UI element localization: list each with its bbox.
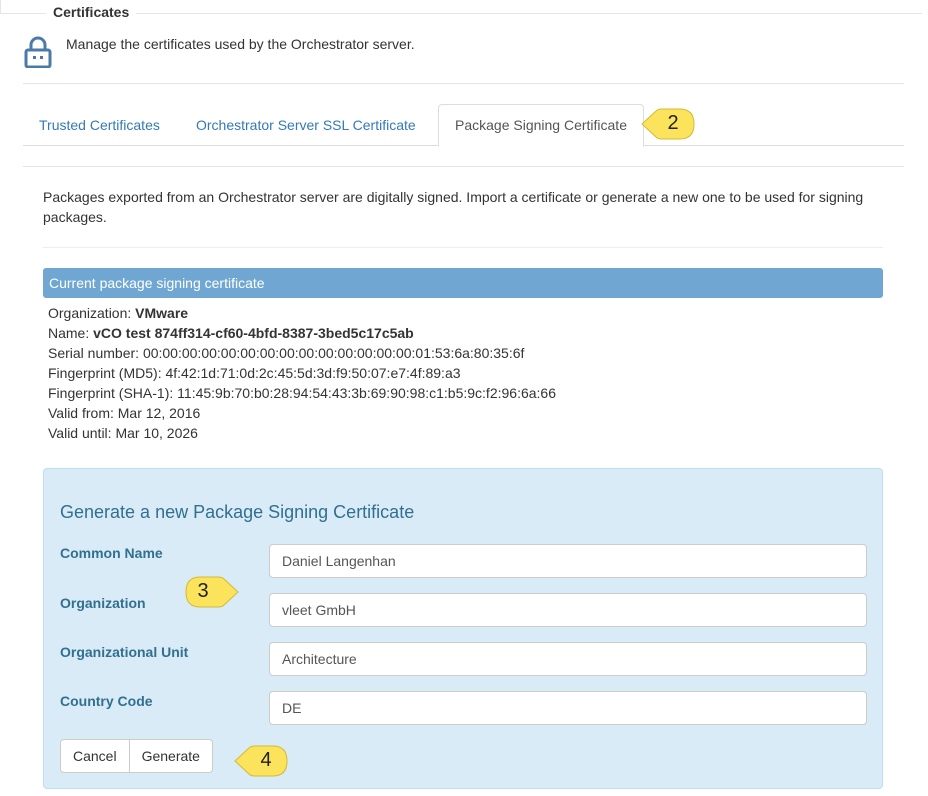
common-name-input[interactable] — [269, 544, 867, 578]
organization-label: Organization — [60, 595, 146, 611]
legend-line — [0, 13, 922, 14]
lock-icon — [24, 36, 52, 68]
divider — [43, 247, 883, 248]
organization-value: VMware — [135, 305, 189, 321]
legend-tick — [0, 0, 1, 14]
country-code-input[interactable] — [269, 691, 867, 725]
section-description: Manage the certificates used by the Orch… — [66, 36, 415, 52]
tab-trusted-certificates[interactable]: Trusted Certificates — [23, 104, 176, 146]
certificate-details: Organization: VMware Name: vCO test 874f… — [48, 303, 556, 443]
generate-button[interactable]: Generate — [129, 739, 213, 773]
valid-from-value: Mar 12, 2016 — [117, 405, 201, 421]
organization-label: Organization: — [48, 305, 132, 321]
tab-orchestrator-ssl-certificate[interactable]: Orchestrator Server SSL Certificate — [180, 104, 432, 146]
common-name-label: Common Name — [60, 545, 163, 561]
callout-2-label: 2 — [667, 112, 679, 134]
divider — [23, 83, 904, 84]
name-label: Name: — [48, 325, 90, 341]
sha1-value: 11:45:9b:70:b0:28:94:54:43:3b:69:90:98:c… — [177, 385, 556, 401]
valid-until-label: Valid until: — [48, 425, 112, 441]
organizational-unit-input[interactable] — [269, 642, 867, 676]
valid-until-value: Mar 10, 2026 — [115, 425, 198, 441]
sha1-label: Fingerprint (SHA-1): — [48, 385, 174, 401]
intro-text: Packages exported from an Orchestrator s… — [43, 189, 864, 225]
tab-package-signing-certificate[interactable]: Package Signing Certificate — [438, 104, 644, 147]
callout-3-label: 3 — [197, 580, 209, 602]
section-legend: Certificates — [46, 4, 137, 20]
serial-value: 00:00:00:00:00:00:00:00:00:00:00:00:00:0… — [142, 345, 525, 361]
cancel-button[interactable]: Cancel — [60, 739, 130, 773]
current-certificate-header: Current package signing certificate — [43, 268, 883, 298]
country-code-label: Country Code — [60, 693, 153, 709]
md5-label: Fingerprint (MD5): — [48, 365, 162, 381]
valid-from-label: Valid from: — [48, 405, 114, 421]
organizational-unit-label: Organizational Unit — [60, 644, 189, 660]
generate-certificate-panel: Generate a new Package Signing Certifica… — [43, 468, 883, 789]
serial-label: Serial number: — [48, 345, 140, 361]
certificate-tabs: Trusted Certificates Orchestrator Server… — [23, 104, 904, 147]
divider — [23, 166, 904, 167]
callout-4-label: 4 — [260, 749, 272, 771]
organization-input[interactable] — [269, 593, 867, 627]
name-value: vCO test 874ff314-cf60-4bfd-8387-3bed5c1… — [93, 325, 414, 341]
generate-panel-title: Generate a new Package Signing Certifica… — [60, 502, 415, 522]
action-buttons: Cancel Generate — [60, 739, 213, 773]
md5-value: 4f:42:1d:71:0d:2c:45:5d:3d:f9:50:07:e7:4… — [165, 365, 461, 381]
